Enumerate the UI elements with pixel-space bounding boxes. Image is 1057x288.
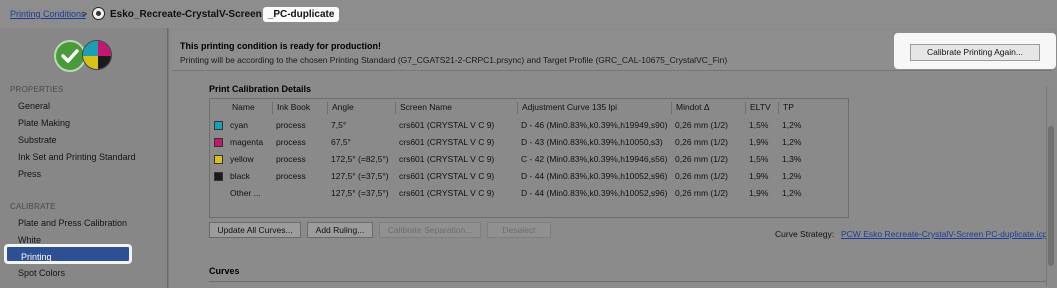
cell-ink-book: process <box>276 120 306 130</box>
printing-condition-icon <box>92 7 105 20</box>
cell-tp: 1,2% <box>782 188 802 198</box>
table-row-other[interactable]: Other ... 127,5° (=37,5°) crs601 (CRYSTA… <box>210 185 848 202</box>
sidebar-item-plate-press-calibration[interactable]: Plate and Press Calibration <box>0 215 168 231</box>
column-header-name[interactable]: Name <box>228 102 255 114</box>
curves-title: Curves <box>209 266 240 276</box>
column-header-angle[interactable]: Angle <box>327 102 354 114</box>
ink-swatch-cyan <box>214 121 223 130</box>
cell-mindot: 0,26 mm (1/2) <box>675 137 728 147</box>
add-ruling-button[interactable]: Add Ruling... <box>307 222 373 238</box>
cell-mindot: 0,26 mm (1/2) <box>675 188 728 198</box>
cell-angle: 127,5° (=37,5°) <box>331 171 389 181</box>
table-header: Name Ink Book Angle Screen Name Adjustme… <box>210 99 848 115</box>
cell-ink-book: process <box>276 154 306 164</box>
update-all-curves-button[interactable]: Update All Curves... <box>209 222 301 238</box>
cell-name: cyan <box>230 120 248 130</box>
table-row-magenta[interactable]: magenta process 67,5° crs601 (CRYSTAL V … <box>210 134 848 151</box>
cell-eltv: 1,9% <box>749 188 769 198</box>
page-title-highlight: _PC-duplicate <box>262 7 340 22</box>
cell-name: magenta <box>230 137 264 147</box>
cell-name: black <box>230 171 250 181</box>
breadcrumb-separator: > <box>82 9 88 19</box>
cell-screen-name: crs601 (CRYSTAL V C 9) <box>399 137 495 147</box>
calibrate-button-highlight: Calibrate Printing Again... <box>894 33 1056 69</box>
cell-ink-book: process <box>276 171 306 181</box>
breadcrumb-printing-conditions-link[interactable]: Printing Conditions <box>10 9 86 19</box>
cmyk-icon <box>82 40 112 70</box>
cell-adjustment-curve: D - 46 (Min0.83%,k0.39%,h19949,s90) <box>521 120 668 130</box>
status-logo <box>54 40 114 74</box>
cell-eltv: 1,5% <box>749 120 769 130</box>
scrollbar-thumb[interactable] <box>1048 126 1054 266</box>
status-description: Printing will be according to the chosen… <box>180 55 728 65</box>
sidebar-item-press[interactable]: Press <box>0 166 168 182</box>
cell-eltv: 1,9% <box>749 137 769 147</box>
column-header-eltv[interactable]: ELTV <box>745 102 771 114</box>
page-title-main: Esko_Recreate-CrystalV-Screen <box>110 9 262 20</box>
sidebar-item-plate-making[interactable]: Plate Making <box>0 115 168 131</box>
cell-mindot: 0,26 mm (1/2) <box>675 171 728 181</box>
cell-ink-book: process <box>276 137 306 147</box>
cell-adjustment-curve: C - 42 (Min0.83%,k0.39%,h19946,s56) <box>521 154 668 164</box>
cell-adjustment-curve: D - 43 (Min0.83%,k0.39%,h10050,s3) <box>521 137 663 147</box>
column-header-adjustment-curve[interactable]: Adjustment Curve 135 lpi <box>517 102 617 114</box>
table-row-cyan[interactable]: cyan process 7,5° crs601 (CRYSTAL V C 9)… <box>210 117 848 134</box>
cell-screen-name: crs601 (CRYSTAL V C 9) <box>399 154 495 164</box>
cell-eltv: 1,9% <box>749 171 769 181</box>
sidebar-item-spot-colors[interactable]: Spot Colors <box>0 265 168 281</box>
cell-screen-name: crs601 (CRYSTAL V C 9) <box>399 120 495 130</box>
vertical-scrollbar[interactable] <box>1046 86 1055 286</box>
calibrate-printing-again-button[interactable]: Calibrate Printing Again... <box>910 44 1040 61</box>
cell-tp: 1,2% <box>782 171 802 181</box>
sidebar: PROPERTIES General Plate Making Substrat… <box>0 28 168 288</box>
cell-name: Other ... <box>230 188 261 198</box>
table-row-yellow[interactable]: yellow process 172,5° (=82,5°) crs601 (C… <box>210 151 848 168</box>
status-title: This printing condition is ready for pro… <box>180 41 381 51</box>
cell-mindot: 0,26 mm (1/2) <box>675 154 728 164</box>
cell-angle: 67,5° <box>331 137 351 147</box>
column-header-ink-book[interactable]: Ink Book <box>272 102 310 114</box>
cell-screen-name: crs601 (CRYSTAL V C 9) <box>399 171 495 181</box>
cell-mindot: 0,26 mm (1/2) <box>675 120 728 130</box>
calibration-table: Name Ink Book Angle Screen Name Adjustme… <box>209 98 849 218</box>
ink-swatch-yellow <box>214 155 223 164</box>
table-row-black[interactable]: black process 127,5° (=37,5°) crs601 (CR… <box>210 168 848 185</box>
curve-strategy-label: Curve Strategy: <box>775 229 835 239</box>
page-title: Esko_Recreate-CrystalV-Screen _PC-duplica… <box>110 6 345 23</box>
cell-adjustment-curve: D - 44 (Min0.83%,k0.39%,h10052,s96) <box>521 171 668 181</box>
ink-swatch-black <box>214 172 223 181</box>
sidebar-heading-properties: PROPERTIES <box>10 85 64 94</box>
print-calibration-details-title: Print Calibration Details <box>209 84 312 94</box>
cell-tp: 1,2% <box>782 137 802 147</box>
breadcrumb: Printing Conditions > Esko_Recreate-Crys… <box>0 0 1057 28</box>
cell-tp: 1,2% <box>782 120 802 130</box>
sidebar-heading-calibrate: CALIBRATE <box>10 202 56 211</box>
cell-tp: 1,3% <box>782 154 802 164</box>
curve-strategy-link[interactable]: PCW Esko Recreate-CrystalV-Screen PC-dup… <box>841 229 1055 239</box>
cell-angle: 7,5° <box>331 120 347 130</box>
sidebar-item-printing[interactable]: Printing <box>4 244 132 264</box>
curves-divider <box>209 281 1049 282</box>
cell-eltv: 1,5% <box>749 154 769 164</box>
column-header-tp[interactable]: TP <box>778 102 794 114</box>
cell-adjustment-curve: D - 44 (Min0.83%,k0.39%,h10052,s96) <box>521 188 668 198</box>
status-banner: This printing condition is ready for pro… <box>172 31 1056 71</box>
calibrate-separation-button[interactable]: Calibrate Separation... <box>379 222 481 238</box>
column-header-mindot[interactable]: Mindot Δ <box>671 102 710 114</box>
main-panel: This printing condition is ready for pro… <box>169 28 1057 288</box>
cell-angle: 172,5° (=82,5°) <box>331 154 389 164</box>
column-header-screen-name[interactable]: Screen Name <box>395 102 452 114</box>
deselect-button[interactable]: Deselect <box>487 222 551 238</box>
cell-name: yellow <box>230 154 254 164</box>
sidebar-item-substrate[interactable]: Substrate <box>0 132 168 148</box>
sidebar-item-general[interactable]: General <box>0 98 168 114</box>
cell-angle: 127,5° (=37,5°) <box>331 188 389 198</box>
cell-screen-name: crs601 (CRYSTAL V C 9) <box>399 188 495 198</box>
sidebar-item-ink-set[interactable]: Ink Set and Printing Standard <box>0 149 168 165</box>
ink-swatch-magenta <box>214 138 223 147</box>
